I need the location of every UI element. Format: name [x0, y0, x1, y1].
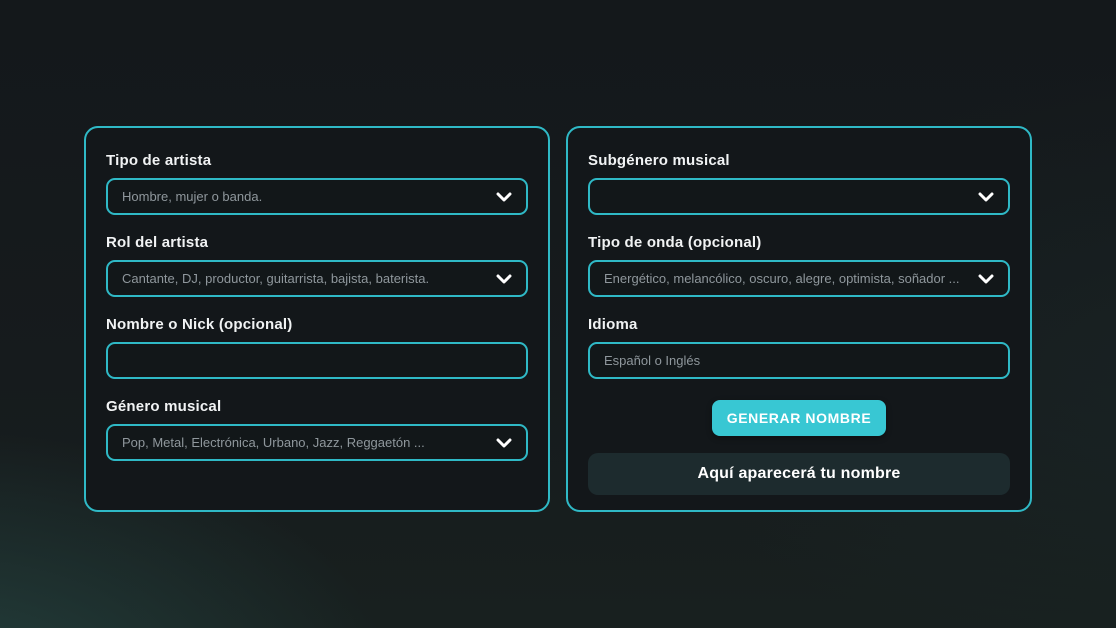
generate-name-button[interactable]: GENERAR NOMBRE: [712, 400, 886, 436]
tipo-de-artista-label: Tipo de artista: [106, 152, 528, 169]
rol-del-artista-select[interactable]: Cantante, DJ, productor, guitarrista, ba…: [106, 260, 528, 297]
subgenero-musical-label: Subgénero musical: [588, 152, 1010, 169]
left-panel: Tipo de artista Hombre, mujer o banda. R…: [84, 126, 550, 512]
chevron-down-icon: [978, 274, 994, 284]
tipo-de-artista-placeholder: Hombre, mujer o banda.: [122, 189, 496, 204]
idioma-label: Idioma: [588, 316, 1010, 333]
chevron-down-icon: [978, 192, 994, 202]
chevron-down-icon: [496, 274, 512, 284]
nombre-o-nick-label: Nombre o Nick (opcional): [106, 316, 528, 333]
genero-musical-placeholder: Pop, Metal, Electrónica, Urbano, Jazz, R…: [122, 435, 496, 450]
field-nombre-o-nick: Nombre o Nick (opcional): [106, 316, 528, 379]
chevron-down-icon: [496, 438, 512, 448]
rol-del-artista-placeholder: Cantante, DJ, productor, guitarrista, ba…: [122, 271, 496, 286]
field-idioma: Idioma: [588, 316, 1010, 379]
tipo-de-onda-label: Tipo de onda (opcional): [588, 234, 1010, 251]
rol-del-artista-label: Rol del artista: [106, 234, 528, 251]
idioma-input[interactable]: [588, 342, 1010, 379]
right-panel: Subgénero musical Tipo de onda (opcional…: [566, 126, 1032, 512]
subgenero-musical-select[interactable]: [588, 178, 1010, 215]
form-panels: Tipo de artista Hombre, mujer o banda. R…: [84, 126, 1032, 512]
tipo-de-onda-placeholder: Energético, melancólico, oscuro, alegre,…: [604, 271, 978, 286]
field-genero-musical: Género musical Pop, Metal, Electrónica, …: [106, 398, 528, 461]
genero-musical-select[interactable]: Pop, Metal, Electrónica, Urbano, Jazz, R…: [106, 424, 528, 461]
tipo-de-artista-select[interactable]: Hombre, mujer o banda.: [106, 178, 528, 215]
field-tipo-de-artista: Tipo de artista Hombre, mujer o banda.: [106, 152, 528, 215]
nombre-o-nick-input[interactable]: [106, 342, 528, 379]
field-subgenero-musical: Subgénero musical: [588, 152, 1010, 215]
field-rol-del-artista: Rol del artista Cantante, DJ, productor,…: [106, 234, 528, 297]
tipo-de-onda-select[interactable]: Energético, melancólico, oscuro, alegre,…: [588, 260, 1010, 297]
genero-musical-label: Género musical: [106, 398, 528, 415]
field-tipo-de-onda: Tipo de onda (opcional) Energético, mela…: [588, 234, 1010, 297]
chevron-down-icon: [496, 192, 512, 202]
generated-name-result: Aquí aparecerá tu nombre: [588, 453, 1010, 495]
